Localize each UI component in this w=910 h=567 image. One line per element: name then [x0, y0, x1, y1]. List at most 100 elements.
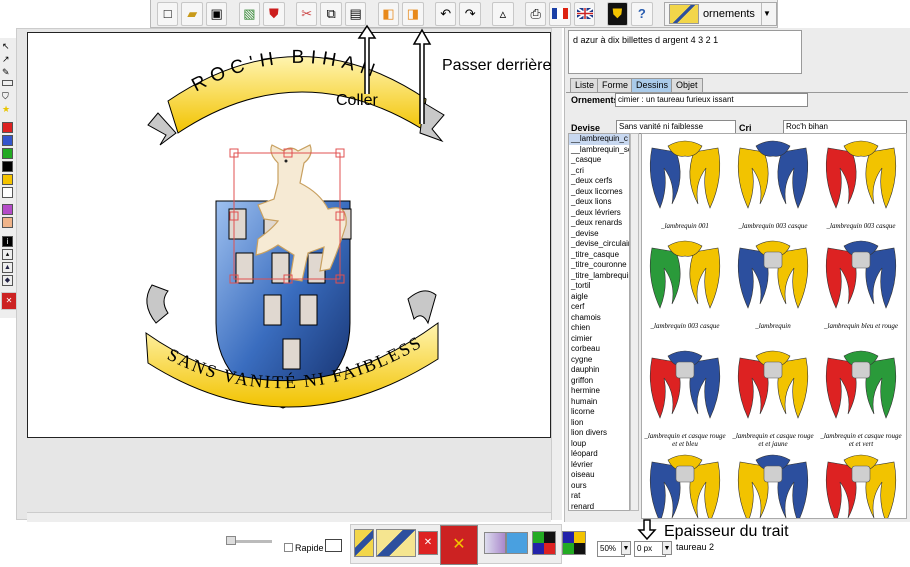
gallery-item[interactable]: [818, 452, 904, 518]
chevron-down-icon[interactable]: ▼: [662, 541, 672, 555]
thumb-gradient[interactable]: [484, 532, 506, 554]
select-arrow-icon[interactable]: ↖: [2, 41, 13, 52]
triangle-icon[interactable]: ▲: [2, 262, 13, 273]
print-icon[interactable]: ⎙: [524, 1, 547, 26]
gallery-item[interactable]: _lambrequin 003 casque: [818, 138, 904, 238]
help-icon[interactable]: ?: [631, 1, 653, 26]
blazon-description-field[interactable]: d azur à dix billettes d argent 4 3 2 1: [568, 30, 802, 74]
ornaments-selector[interactable]: ornements ▼: [663, 1, 777, 26]
tab-dessins[interactable]: Dessins: [631, 78, 674, 93]
flag-uk-icon[interactable]: [573, 1, 596, 26]
color-gold[interactable]: [2, 174, 13, 185]
color-flesh[interactable]: [2, 217, 13, 228]
pen-icon[interactable]: ✎: [2, 67, 13, 78]
tab-forme[interactable]: Forme: [597, 78, 634, 93]
ornements-field[interactable]: cimier : un taureau furieux issant: [615, 93, 808, 107]
list-item[interactable]: _devise_circulaire: [569, 239, 629, 250]
save-icon[interactable]: ▣: [205, 1, 228, 26]
list-item[interactable]: _deux cerfs: [569, 176, 629, 187]
canvas-horizontal-scrollbar[interactable]: [27, 512, 551, 522]
list-item[interactable]: _deux lions: [569, 197, 629, 208]
gallery-item[interactable]: _lambrequin et casque rouge et et jaune: [730, 348, 816, 448]
list-item[interactable]: chamois: [569, 313, 629, 324]
slider-thumb[interactable]: [226, 536, 236, 545]
thumb-shield-3[interactable]: ✕: [418, 531, 438, 555]
pointer-icon[interactable]: ↗: [2, 54, 13, 65]
gallery-item[interactable]: _lambrequin et casque rouge et et vert: [818, 348, 904, 448]
list-item[interactable]: _deux licornes: [569, 187, 629, 198]
list-item[interactable]: __lambrequin_c: [569, 134, 629, 145]
color-black[interactable]: [2, 161, 13, 172]
paste-icon[interactable]: ▤: [344, 1, 367, 26]
blazon-black-icon[interactable]: ⛊: [606, 1, 629, 26]
list-item[interactable]: cygne: [569, 355, 629, 366]
star-icon[interactable]: ★: [2, 104, 13, 115]
send-back-icon[interactable]: ◨: [402, 1, 424, 26]
gallery-item[interactable]: [730, 452, 816, 518]
layer-up-icon[interactable]: ▴: [2, 249, 13, 260]
list-item[interactable]: loup: [569, 439, 629, 450]
list-item[interactable]: lion: [569, 418, 629, 429]
devise-field[interactable]: Sans vanité ni faiblesse: [616, 120, 736, 134]
category-list[interactable]: __lambrequin_c __lambrequin_sc _casque _cri…: [568, 133, 630, 511]
chevron-down-icon[interactable]: ▼: [760, 2, 772, 25]
cut-icon[interactable]: ✂: [295, 1, 318, 26]
list-item[interactable]: cerf: [569, 302, 629, 313]
open-folder-icon[interactable]: ▰: [181, 1, 203, 26]
copy-icon[interactable]: ⧉: [320, 1, 342, 26]
thumb-texture[interactable]: [506, 532, 528, 554]
list-item[interactable]: lion divers: [569, 428, 629, 439]
list-item[interactable]: __lambrequin_sc: [569, 145, 629, 156]
color-green[interactable]: [2, 148, 13, 159]
info-icon[interactable]: i: [2, 236, 13, 247]
line-tool-icon[interactable]: ▵: [492, 1, 514, 26]
undo-icon[interactable]: ↶: [434, 1, 457, 26]
list-item[interactable]: corbeau: [569, 344, 629, 355]
list-item[interactable]: renard: [569, 502, 629, 511]
flag-fr-icon[interactable]: [549, 1, 571, 26]
shield-icon[interactable]: ⛊: [263, 1, 285, 26]
gallery-item[interactable]: [642, 452, 728, 518]
thumb-shield-1[interactable]: [354, 529, 374, 557]
gallery-item[interactable]: _lambrequin bleu et rouge: [818, 238, 904, 338]
list-item[interactable]: _deux renards: [569, 218, 629, 229]
list-item[interactable]: _titre_casque: [569, 250, 629, 261]
list-item[interactable]: aigle: [569, 292, 629, 303]
rectangle-icon[interactable]: [2, 80, 13, 86]
list-item[interactable]: humain: [569, 397, 629, 408]
color-white[interactable]: [2, 187, 13, 198]
category-list-scrollbar[interactable]: [630, 133, 639, 511]
thumb-colors-1[interactable]: [532, 531, 556, 555]
list-item[interactable]: léopard: [569, 449, 629, 460]
list-item[interactable]: rat: [569, 491, 629, 502]
gallery-item[interactable]: _lambrequin 003 casque: [730, 138, 816, 238]
list-item[interactable]: _titre_couronne: [569, 260, 629, 271]
list-item[interactable]: chien: [569, 323, 629, 334]
diamond-icon[interactable]: ◆: [2, 275, 13, 286]
color-blue[interactable]: [2, 135, 13, 146]
cri-field[interactable]: Roc'h bihan: [783, 120, 907, 134]
list-item[interactable]: _titre_lambrequin: [569, 271, 629, 282]
list-item[interactable]: griffon: [569, 376, 629, 387]
tab-liste[interactable]: Liste: [570, 78, 600, 93]
list-item[interactable]: _casque: [569, 155, 629, 166]
drawing-canvas[interactable]: ROC'H BIHAN SANS VANITÉ NI FAIBLESS: [22, 17, 551, 438]
list-item[interactable]: dauphin: [569, 365, 629, 376]
list-item[interactable]: oiseau: [569, 470, 629, 481]
gallery-item[interactable]: _lambrequin 003 casque: [642, 238, 728, 338]
list-item[interactable]: _tortil: [569, 281, 629, 292]
list-item[interactable]: _deux lévriers: [569, 208, 629, 219]
new-document-icon[interactable]: □: [157, 1, 179, 26]
bring-front-icon[interactable]: ◧: [377, 1, 400, 26]
thumb-shield-2[interactable]: [376, 529, 416, 557]
rapide-checkbox[interactable]: [284, 543, 293, 552]
list-item[interactable]: lévrier: [569, 460, 629, 471]
thumb-colors-2[interactable]: [562, 531, 586, 555]
color-purple[interactable]: [2, 204, 13, 215]
canvas-vertical-scrollbar[interactable]: [551, 28, 562, 520]
shield-shape-icon[interactable]: ⛉: [2, 91, 13, 102]
thumb-shield-4[interactable]: ✕: [440, 525, 478, 565]
color-swatch[interactable]: [325, 539, 342, 552]
list-item[interactable]: ours: [569, 481, 629, 492]
gallery-item[interactable]: _lambrequin et casque rouge et et bleu: [642, 348, 728, 448]
